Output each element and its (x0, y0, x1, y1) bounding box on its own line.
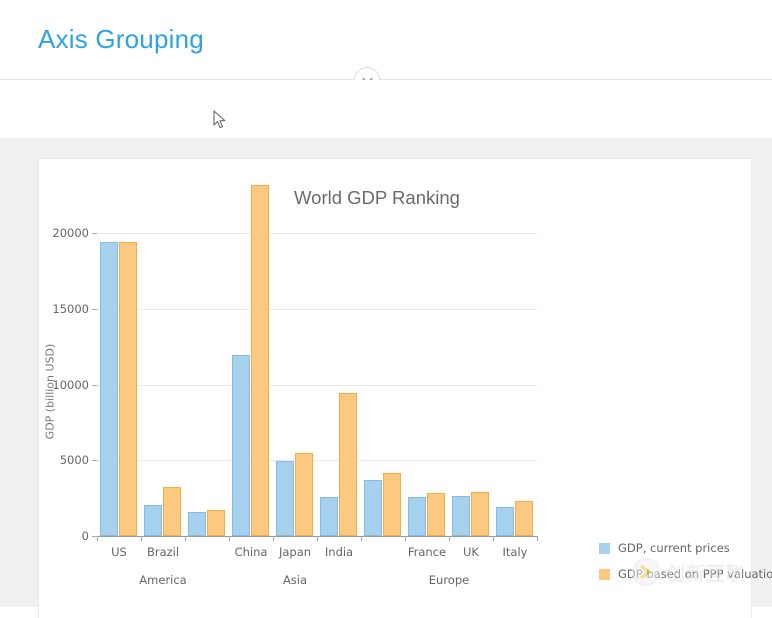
y-tick-mark (92, 460, 97, 462)
y-tick-mark (92, 384, 97, 386)
x-tick-label: China (234, 545, 268, 559)
bar[interactable] (119, 242, 137, 536)
y-tick-label: 10000 (52, 377, 89, 392)
watermark-logo-icon (632, 558, 660, 586)
bar[interactable] (232, 355, 250, 536)
legend-label: GDP, current prices (618, 541, 730, 555)
page-header: Axis Grouping (0, 0, 772, 78)
bar[interactable] (295, 453, 313, 536)
bar[interactable] (100, 242, 118, 536)
bar-group[interactable] (276, 233, 314, 536)
bar[interactable] (471, 492, 489, 536)
x-tick-label: US (111, 545, 127, 559)
bar[interactable] (496, 506, 514, 536)
y-tick-mark (92, 308, 97, 310)
y-axis-title: GDP (billion USD) (43, 343, 57, 440)
legend-swatch (599, 568, 610, 580)
x-tick-mark (141, 536, 142, 541)
bar-group[interactable] (320, 233, 358, 536)
x-group-label: Europe (428, 573, 470, 587)
x-tick-mark (317, 536, 318, 541)
bar[interactable] (427, 492, 445, 536)
x-group-label: Asia (282, 573, 308, 587)
toolbar: AxisX Group Separator: None (0, 80, 772, 195)
x-tick-label: Japan (278, 545, 312, 559)
bar-group[interactable] (144, 233, 182, 536)
bar-group[interactable] (100, 233, 138, 536)
x-tick-label: France (407, 545, 447, 559)
bar[interactable] (320, 496, 338, 536)
x-tick-mark (493, 536, 494, 541)
chart-title: World GDP Ranking (294, 187, 460, 208)
bar[interactable] (144, 504, 162, 536)
y-tick-label: 15000 (52, 301, 89, 316)
page-title: Axis Grouping (38, 24, 204, 54)
chart-card: World GDP Ranking GDP (billion USD) 0 500… (38, 158, 772, 618)
x-tick-mark (361, 536, 362, 541)
plot-area: GDP (billion USD) 0 5000 10000 15000 20000 U… (44, 185, 538, 587)
x-tick-label: India (324, 545, 354, 559)
x-tick-mark (449, 536, 450, 541)
bar-group[interactable] (452, 233, 490, 536)
x-tick-label: UK (463, 545, 479, 559)
bar[interactable] (188, 512, 206, 536)
x-group-label: America (139, 573, 187, 587)
bar[interactable] (251, 185, 269, 536)
bar[interactable] (452, 496, 470, 536)
y-tick-label: 5000 (59, 453, 89, 468)
x-tick-mark (273, 536, 274, 541)
y-tick-label: 0 (81, 529, 89, 543)
bar[interactable] (364, 480, 382, 536)
watermark-text: 创新互联 (666, 562, 747, 585)
bar-group[interactable] (496, 233, 534, 536)
x-tick-mark (97, 536, 98, 541)
bar-group[interactable] (364, 233, 402, 536)
watermark: 创新互联 (632, 558, 746, 586)
bar[interactable] (207, 509, 225, 536)
y-tick-label: 20000 (52, 226, 89, 240)
legend-swatch (599, 542, 610, 554)
content-area: World GDP Ranking GDP (billion USD) 0 500… (0, 139, 772, 618)
bar-group[interactable] (408, 233, 446, 536)
bar[interactable] (163, 486, 181, 536)
legend-entry[interactable]: GDP, current prices (599, 541, 772, 555)
x-tick-mark (185, 536, 186, 541)
x-tick-mark (229, 536, 230, 541)
bar[interactable] (383, 472, 401, 536)
bar[interactable] (339, 392, 357, 536)
bar-group[interactable] (188, 233, 226, 536)
bar[interactable] (276, 460, 294, 536)
x-tick-label: Italy (502, 545, 528, 559)
y-tick-mark (92, 233, 97, 234)
bar[interactable] (408, 496, 426, 536)
bar-group[interactable] (232, 185, 270, 536)
x-tick-mark (405, 536, 406, 541)
bar[interactable] (515, 500, 533, 536)
x-tick-label: Brazil (146, 545, 180, 559)
x-tick-mark (537, 536, 538, 541)
